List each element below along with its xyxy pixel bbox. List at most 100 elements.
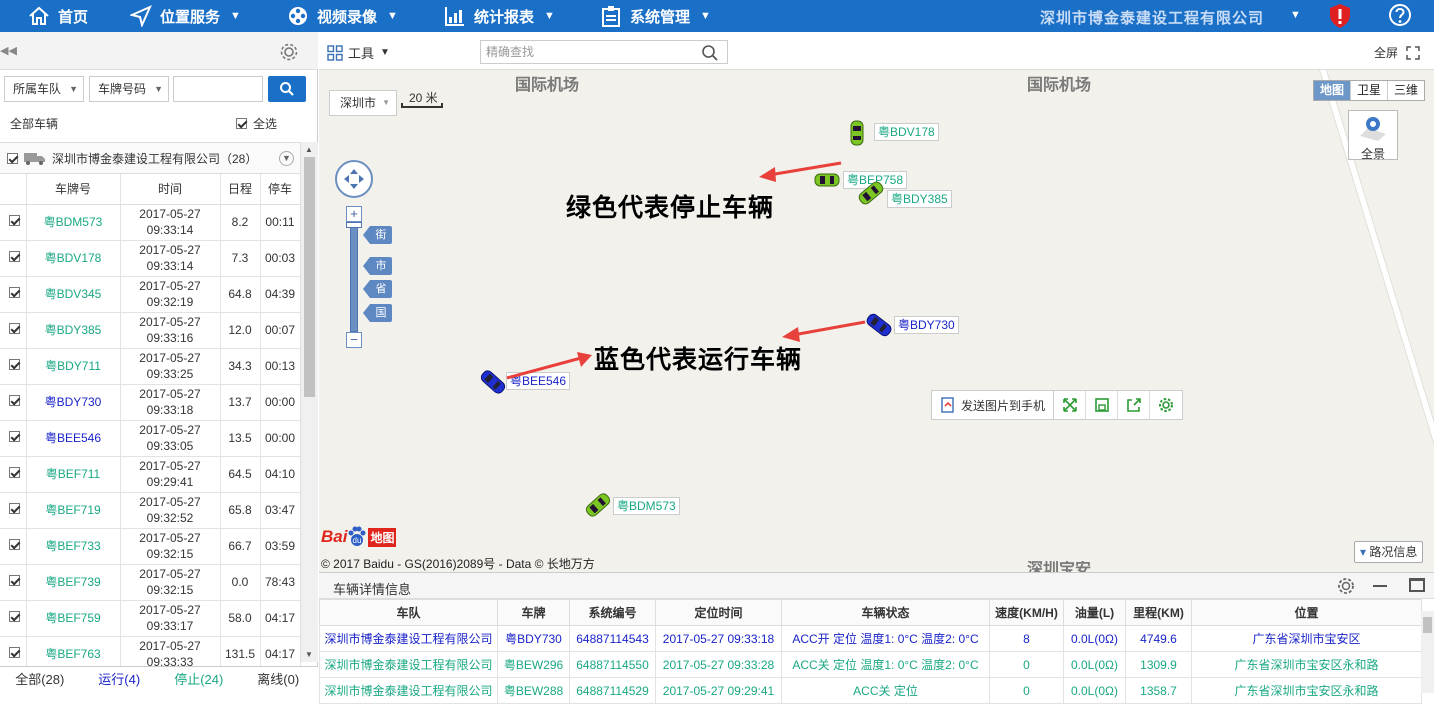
nav-video[interactable]: 视频录像 ▼ — [287, 0, 398, 32]
gear-icon — [1159, 398, 1174, 412]
gear-icon[interactable] — [1337, 577, 1355, 595]
vehicle-plate[interactable]: 粤BEF733 — [26, 528, 121, 565]
plate-select[interactable]: 车牌号码 ▼ — [89, 76, 169, 102]
column-header-vehicle-status[interactable]: 车辆状态 — [781, 599, 990, 626]
vehicle-plate[interactable]: 粤BDY711 — [26, 348, 121, 385]
table-row[interactable]: 深圳市博金泰建设工程有限公司 粤BEW296 64887114550 2017-05-… — [319, 651, 1422, 678]
vehicle-plate[interactable]: 粤BEE546 — [26, 420, 121, 457]
scroll-down-icon[interactable]: ▼ — [305, 650, 313, 659]
column-header-system-id[interactable]: 系统编号 — [569, 599, 656, 626]
vehicle-plate[interactable]: 粤BDV345 — [26, 276, 121, 313]
table-row[interactable]: 粤BEF739 2017-05-27 09:32:15 0.0 78:43 — [0, 564, 301, 601]
row-checkbox[interactable] — [0, 312, 27, 349]
vehicle-plate[interactable]: 粤BEF711 — [26, 456, 121, 493]
table-row[interactable]: 粤BDY385 2017-05-27 09:33:16 12.0 00:07 — [0, 312, 301, 349]
vehicle-plate[interactable]: 粤BDY385 — [26, 312, 121, 349]
map-settings-button[interactable] — [1150, 391, 1182, 419]
nav-location[interactable]: 位置服务 ▼ — [130, 0, 241, 32]
row-checkbox[interactable] — [0, 600, 27, 637]
vehicle-mileage: 7.3 — [220, 240, 261, 277]
chevron-down-icon[interactable]: ▼ — [1290, 9, 1301, 21]
search-button[interactable] — [268, 76, 306, 102]
vehicle-plate[interactable]: 粤BEF739 — [26, 564, 121, 601]
column-header-plate[interactable]: 车牌 — [497, 599, 570, 626]
map-area[interactable]: 工具 ▼ 精确查找 全屏 国际机场 国际机场 深圳宝安 深圳市 ▼ 20 米 + … — [319, 32, 1434, 572]
column-header-locate-time[interactable]: 定位时间 — [655, 599, 782, 626]
fleet-group-row[interactable]: 深圳市博金泰建设工程有限公司（28） ▼ — [0, 142, 300, 174]
table-row[interactable]: 粤BDV345 2017-05-27 09:32:19 64.8 04:39 — [0, 276, 301, 313]
minimize-icon[interactable] — [1373, 585, 1387, 587]
nav-home[interactable]: 首页 — [28, 0, 88, 32]
chevron-down-icon: ▼ — [700, 10, 711, 22]
detail-scrollbar[interactable] — [1421, 611, 1434, 693]
column-header-speed[interactable]: 速度(KM/H) — [989, 599, 1064, 626]
column-header-mileage[interactable]: 里程(KM) — [1125, 599, 1192, 626]
vehicle-parking: 78:43 — [260, 564, 301, 601]
column-header-location[interactable]: 位置 — [1191, 599, 1422, 626]
filter-all[interactable]: 全部(28) — [0, 667, 80, 692]
column-header-fuel[interactable]: 油量(L) — [1063, 599, 1126, 626]
annotation-arrow — [506, 356, 582, 380]
row-checkbox[interactable] — [0, 456, 27, 493]
table-row[interactable]: 粤BDY711 2017-05-27 09:33:25 34.3 00:13 — [0, 348, 301, 385]
column-header-mileage[interactable]: 日程 — [220, 174, 261, 205]
table-row[interactable]: 粤BEF719 2017-05-27 09:32:52 65.8 03:47 — [0, 492, 301, 529]
fit-view-button[interactable] — [1054, 391, 1087, 419]
alarm-shield-icon[interactable] — [1328, 3, 1352, 29]
company-name[interactable]: 深圳市博金泰建设工程有限公司 — [1040, 7, 1264, 28]
row-checkbox[interactable] — [0, 420, 27, 457]
column-header-plate[interactable]: 车牌号 — [26, 174, 121, 205]
row-checkbox[interactable] — [0, 240, 27, 277]
row-checkbox[interactable] — [0, 276, 27, 313]
table-row[interactable]: 粤BDY730 2017-05-27 09:33:18 13.7 00:00 — [0, 384, 301, 421]
share-button[interactable] — [1118, 391, 1151, 419]
vehicle-list-scrollbar[interactable]: ▲ ▼ — [300, 142, 318, 662]
vehicle-plate[interactable]: 粤BDY730 — [26, 384, 121, 421]
column-header-time[interactable]: 时间 — [120, 174, 221, 205]
table-row[interactable]: 粤BEF733 2017-05-27 09:32:15 66.7 03:59 — [0, 528, 301, 565]
table-row[interactable]: 深圳市博金泰建设工程有限公司 粤BEW288 64887114529 2017-05-… — [319, 677, 1422, 704]
vehicle-time: 2017-05-27 09:33:17 — [120, 600, 221, 637]
collapse-icon[interactable]: ◀◀ — [0, 44, 17, 57]
table-row[interactable]: 粤BDV178 2017-05-27 09:33:14 7.3 00:03 — [0, 240, 301, 277]
send-photo-button[interactable]: 发送图片到手机 — [932, 391, 1055, 419]
filter-offline[interactable]: 离线(0) — [239, 667, 319, 692]
fleet-select[interactable]: 所属车队 ▼ — [4, 76, 84, 102]
vehicle-plate[interactable]: 粤BDV178 — [26, 240, 121, 277]
row-checkbox[interactable] — [0, 528, 27, 565]
traffic-info-button[interactable]: ▾ 路况信息 — [1354, 541, 1424, 563]
row-checkbox[interactable] — [0, 204, 27, 241]
vehicle-plate[interactable]: 粤BEF759 — [26, 600, 121, 637]
save-button[interactable] — [1086, 391, 1119, 419]
table-row[interactable]: 粤BEF759 2017-05-27 09:33:17 58.0 04:17 — [0, 600, 301, 637]
scroll-up-icon[interactable]: ▲ — [305, 145, 313, 154]
share-icon — [1126, 398, 1141, 412]
all-vehicles-label: 全部车辆 — [10, 117, 59, 131]
scrollbar-thumb[interactable] — [1423, 617, 1432, 633]
map-copyright: © 2017 Baidu - GS(2016)2089号 - Data © 长地… — [321, 557, 595, 571]
nav-reports[interactable]: 统计报表 ▼ — [444, 0, 555, 32]
column-header-parking[interactable]: 停车 — [260, 174, 301, 205]
chevron-down-icon[interactable]: ▼ — [279, 151, 294, 166]
scrollbar-thumb[interactable] — [304, 157, 315, 397]
select-all-checkbox[interactable]: 全选 — [236, 115, 277, 132]
column-header-fleet[interactable]: 车队 — [319, 599, 498, 626]
table-row[interactable]: 粤BDM573 2017-05-27 09:33:14 8.2 00:11 — [0, 204, 301, 241]
row-checkbox[interactable] — [0, 564, 27, 601]
table-row[interactable]: 粤BEE546 2017-05-27 09:33:05 13.5 00:00 — [0, 420, 301, 457]
maximize-icon[interactable] — [1409, 578, 1425, 592]
vehicle-plate[interactable]: 粤BDM573 — [26, 204, 121, 241]
table-row[interactable]: 深圳市博金泰建设工程有限公司 粤BDY730 64887114543 2017-05-… — [319, 625, 1422, 652]
filter-running[interactable]: 运行(4) — [80, 667, 160, 692]
row-checkbox[interactable] — [0, 348, 27, 385]
table-row[interactable]: 粤BEF711 2017-05-27 09:29:41 64.5 04:10 — [0, 456, 301, 493]
plate-search-input[interactable] — [173, 76, 263, 102]
row-checkbox[interactable] — [0, 384, 27, 421]
group-checkbox[interactable] — [7, 152, 18, 164]
nav-system[interactable]: 系统管理 ▼ — [600, 0, 711, 32]
gear-icon[interactable] — [279, 42, 299, 62]
row-checkbox[interactable] — [0, 492, 27, 529]
filter-stopped[interactable]: 停止(24) — [159, 667, 239, 692]
help-icon[interactable] — [1388, 3, 1412, 27]
vehicle-plate[interactable]: 粤BEF719 — [26, 492, 121, 529]
